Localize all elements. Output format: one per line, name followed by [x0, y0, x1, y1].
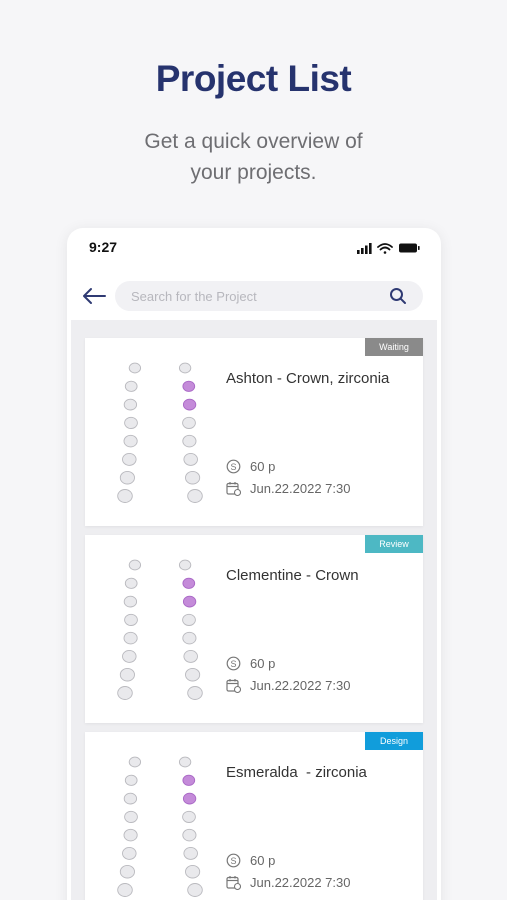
highlighted-tooth — [182, 380, 196, 392]
tooth — [117, 489, 133, 503]
tooth — [182, 631, 197, 645]
status-icons — [357, 243, 420, 254]
tooth — [124, 774, 138, 786]
phone-frame: 9:27 Search for the Project Waiting Asht… — [67, 228, 441, 900]
tooth — [182, 810, 196, 823]
subtitle-line: your projects. — [190, 161, 317, 184]
status-badge: Design — [365, 732, 423, 750]
page-subtitle: Get a quick overview of your projects. — [0, 126, 507, 188]
tooth — [123, 828, 138, 842]
tooth — [182, 434, 197, 448]
dental-arch-image — [117, 559, 203, 700]
search-bar — [115, 281, 423, 311]
tooth — [122, 846, 137, 860]
search-icon[interactable] — [389, 287, 407, 305]
status-badge: Review — [365, 535, 423, 553]
page-title: Project List — [155, 58, 352, 99]
svg-text:S: S — [230, 856, 236, 866]
tooth — [182, 828, 197, 842]
tooth — [123, 434, 138, 448]
points-value: 60 p — [250, 853, 276, 868]
tooth — [187, 489, 203, 503]
project-card[interactable]: Review Clementine - Crown S 60 p Jun.22.… — [85, 535, 423, 723]
tooth — [123, 792, 138, 805]
tooth — [128, 362, 142, 374]
status-time: 9:27 — [89, 239, 118, 255]
tooth — [183, 452, 198, 466]
search-row — [67, 278, 441, 318]
tooth — [123, 398, 138, 411]
coin-icon: S — [226, 459, 241, 474]
tooth — [122, 649, 137, 663]
tooth — [122, 452, 137, 466]
tooth — [119, 470, 135, 485]
tooth — [187, 686, 203, 700]
tooth — [128, 756, 142, 768]
status-bar: 9:27 — [67, 228, 441, 268]
dental-arch-image — [117, 756, 203, 897]
project-title: Ashton - Crown, zirconia — [226, 370, 390, 387]
signal-icon — [357, 243, 372, 254]
dental-arch-image — [117, 362, 203, 503]
tooth — [124, 416, 138, 429]
highlighted-tooth — [182, 398, 197, 411]
battery-icon — [399, 243, 420, 253]
tooth — [178, 362, 192, 374]
tooth — [187, 883, 203, 897]
points-value: 60 p — [250, 459, 276, 474]
highlighted-tooth — [182, 595, 197, 608]
back-arrow-icon[interactable] — [81, 285, 107, 307]
calendar-icon — [226, 679, 241, 693]
tooth — [119, 864, 135, 879]
tooth — [119, 667, 135, 682]
tooth — [124, 577, 138, 589]
date-value: Jun.22.2022 7:30 — [250, 875, 351, 890]
wifi-icon — [377, 243, 393, 254]
highlighted-tooth — [182, 577, 196, 589]
tooth — [178, 559, 192, 571]
tooth — [124, 810, 138, 823]
project-title: Esmeralda - zirconia — [226, 764, 367, 781]
subtitle-line: Get a quick overview of — [144, 130, 363, 153]
highlighted-tooth — [182, 792, 197, 805]
tooth — [183, 846, 198, 860]
coin-icon: S — [226, 853, 241, 868]
calendar-icon — [226, 876, 241, 890]
highlighted-tooth — [182, 774, 196, 786]
project-list: Waiting Ashton - Crown, zirconia S 60 p … — [71, 320, 437, 900]
project-title: Clementine - Crown — [226, 567, 359, 584]
tooth — [117, 686, 133, 700]
svg-text:S: S — [230, 659, 236, 669]
tooth — [123, 595, 138, 608]
tooth — [183, 649, 198, 663]
date-value: Jun.22.2022 7:30 — [250, 678, 351, 693]
svg-text:S: S — [230, 462, 236, 472]
points-value: 60 p — [250, 656, 276, 671]
tooth — [185, 470, 201, 485]
status-badge: Waiting — [365, 338, 423, 356]
tooth — [128, 559, 142, 571]
tooth — [178, 756, 192, 768]
calendar-icon — [226, 482, 241, 496]
tooth — [123, 631, 138, 645]
tooth — [182, 613, 196, 626]
tooth — [124, 380, 138, 392]
tooth — [117, 883, 133, 897]
tooth — [182, 416, 196, 429]
project-card[interactable]: Waiting Ashton - Crown, zirconia S 60 p … — [85, 338, 423, 526]
coin-icon: S — [226, 656, 241, 671]
search-input[interactable] — [131, 281, 371, 311]
tooth — [185, 864, 201, 879]
project-card[interactable]: Design Esmeralda - zirconia S 60 p Jun.2… — [85, 732, 423, 900]
tooth — [185, 667, 201, 682]
tooth — [124, 613, 138, 626]
date-value: Jun.22.2022 7:30 — [250, 481, 351, 496]
